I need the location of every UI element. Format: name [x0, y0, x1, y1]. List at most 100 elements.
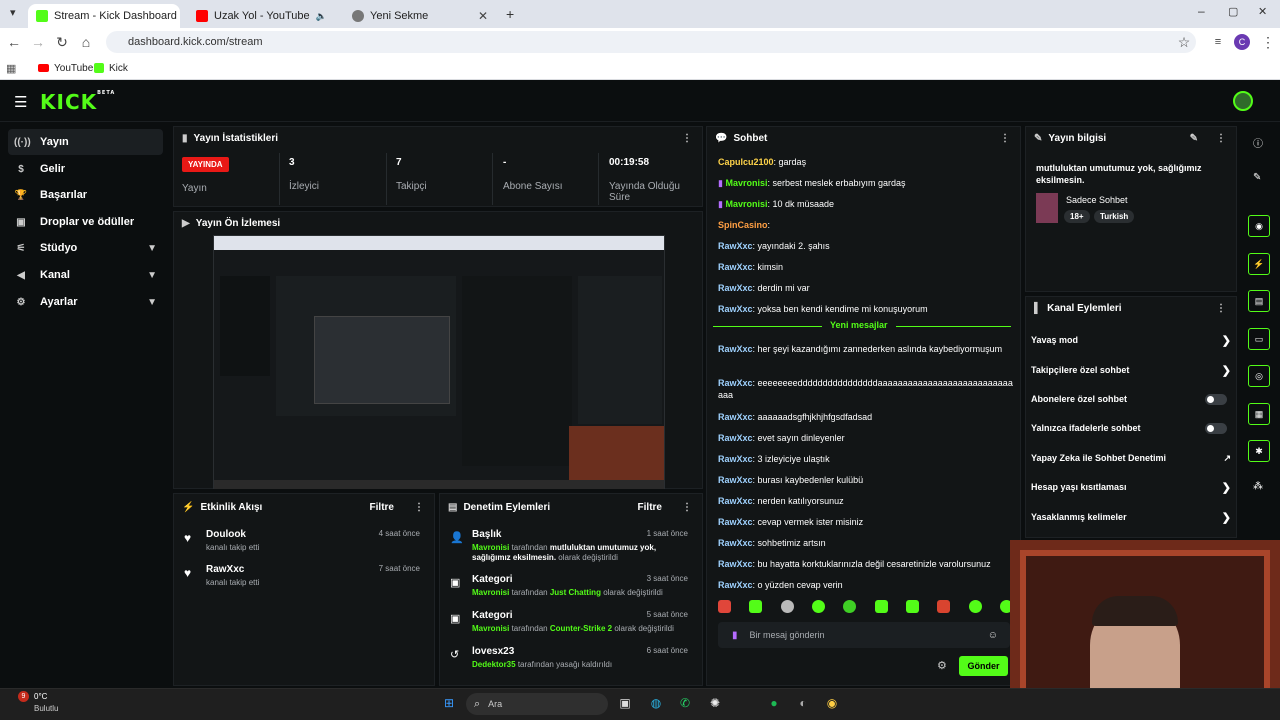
tab-youtube[interactable]: Uzak Yol - YouTube 🔈 ✕	[188, 4, 340, 28]
sidebar-item-droplar[interactable]: ▣ Droplar ve ödüller	[8, 209, 163, 235]
chat-username[interactable]: Mavronisi	[725, 199, 767, 209]
minimize-icon[interactable]: –	[1198, 4, 1205, 18]
edit-icon[interactable]: ✎	[1190, 133, 1198, 144]
address-bar[interactable]: dashboard.kick.com/stream	[106, 31, 1196, 53]
moderation-user[interactable]: Mavronisi	[472, 588, 509, 597]
more-icon[interactable]: ⋮	[1256, 28, 1280, 56]
nodes-icon[interactable]: ⁂	[1253, 481, 1263, 492]
hamburger-menu-icon[interactable]: ☰	[14, 93, 27, 111]
media-icon[interactable]: ≡	[1206, 28, 1230, 56]
action-banned-words[interactable]: Yasaklanmış kelimeler ❯	[1031, 506, 1231, 528]
chat-username[interactable]: SpinCasino	[718, 220, 768, 230]
chat-username[interactable]: RawXxc	[718, 559, 753, 569]
rail-button[interactable]: ✱	[1248, 440, 1270, 462]
action-slow-mode[interactable]: Yavaş mod ❯	[1031, 329, 1231, 351]
moderation-user[interactable]: Mavronisi	[472, 624, 509, 633]
chat-username[interactable]: RawXxc	[718, 283, 753, 293]
chat-username[interactable]: RawXxc	[718, 412, 753, 422]
chrome-icon[interactable]: ◉	[821, 692, 843, 714]
chat-username[interactable]: RawXxc	[718, 496, 753, 506]
rail-button[interactable]: ▤	[1248, 290, 1270, 312]
chat-username[interactable]: RawXxc	[718, 344, 753, 354]
action-followers-only[interactable]: Takipçilere özel sohbet ❯	[1031, 359, 1231, 381]
rail-button[interactable]: ▭	[1248, 328, 1270, 350]
tab-list-icon[interactable]: ▾	[10, 6, 16, 19]
weather-desc[interactable]: Bulutlu	[34, 704, 58, 713]
bookmark-youtube[interactable]: YouTube	[38, 56, 93, 80]
moderation-user[interactable]: Dedektor35	[472, 660, 516, 669]
rail-button[interactable]: ◉	[1248, 215, 1270, 237]
chat-username[interactable]: RawXxc	[718, 262, 753, 272]
reload-icon[interactable]: ↻	[50, 28, 74, 56]
chat-username[interactable]: RawXxc	[718, 241, 753, 251]
kebab-menu-icon[interactable]: ⋮	[414, 502, 424, 513]
bookmark-kick[interactable]: Kick	[94, 56, 128, 80]
tab-kick-dashboard[interactable]: Stream - Kick Dashboard ✕	[28, 4, 180, 28]
sidebar-item-kanal[interactable]: ◀ Kanal ▼	[8, 262, 163, 288]
new-tab-button[interactable]: +	[506, 6, 514, 22]
chat-settings-icon[interactable]: ⚙	[937, 659, 947, 672]
send-button[interactable]: Gönder	[959, 656, 1008, 676]
chat-username[interactable]: RawXxc	[718, 304, 753, 314]
kick-logo[interactable]: KICKBETA	[40, 90, 115, 114]
close-icon[interactable]: ✕	[478, 9, 488, 23]
pencil-icon[interactable]: ✎	[1253, 172, 1261, 183]
emote-icon[interactable]	[843, 600, 857, 613]
emotes-only-toggle[interactable]	[1205, 423, 1227, 434]
sidebar-item-basarilar[interactable]: 🏆 Başarılar	[8, 182, 163, 208]
emote-icon[interactable]	[874, 600, 888, 613]
tag-badge[interactable]: Turkish	[1094, 210, 1135, 223]
user-avatar[interactable]	[1233, 91, 1253, 111]
sidebar-item-ayarlar[interactable]: ⚙ Ayarlar ▼	[8, 289, 163, 315]
star-icon[interactable]: ☆	[1172, 28, 1196, 56]
apps-icon[interactable]: ▦	[6, 56, 16, 80]
rail-button[interactable]: ▦	[1248, 403, 1270, 425]
action-account-age[interactable]: Hesap yaşı kısıtlaması ❯	[1031, 476, 1231, 498]
chat-username[interactable]: Capulcu2100	[718, 157, 774, 167]
info-icon[interactable]: ⓘ	[1253, 135, 1263, 150]
windows-start-icon[interactable]: ⊞	[438, 692, 460, 714]
action-ai-moderation[interactable]: Yapay Zeka ile Sohbet Denetimi ↗	[1031, 447, 1231, 469]
sidebar-item-gelir[interactable]: $ Gelir	[8, 156, 163, 182]
stream-preview-video[interactable]	[213, 235, 665, 489]
chat-username[interactable]: RawXxc	[718, 538, 753, 548]
filter-button[interactable]: Filtre	[638, 502, 662, 513]
close-icon[interactable]: ✕	[339, 9, 340, 23]
chat-username[interactable]: RawXxc	[718, 580, 753, 590]
whatsapp-icon[interactable]: ✆	[674, 692, 696, 714]
profile-avatar[interactable]: C	[1234, 34, 1250, 50]
emote-icon[interactable]	[811, 600, 825, 613]
emote-icon[interactable]	[780, 600, 794, 613]
kebab-menu-icon[interactable]: ⋮	[682, 502, 692, 513]
tab-new[interactable]: Yeni Sekme ✕	[344, 4, 496, 28]
sidebar-item-studyo[interactable]: ⚟ Stüdyo ▼	[8, 235, 163, 261]
rail-button[interactable]: ⚡	[1248, 253, 1270, 275]
moderation-user[interactable]: Mavronisi	[472, 543, 509, 552]
kebab-menu-icon[interactable]: ⋮	[1000, 133, 1010, 144]
home-icon[interactable]: ⌂	[74, 28, 98, 56]
weather-temp[interactable]: 0°C	[34, 692, 47, 701]
category-name[interactable]: Sadece Sohbet	[1066, 195, 1128, 205]
emote-icon[interactable]	[749, 600, 763, 613]
chat-username[interactable]: RawXxc	[718, 517, 753, 527]
spotify-icon[interactable]: ●	[763, 692, 785, 714]
emoji-icon[interactable]: ☺	[988, 630, 998, 641]
chat-username[interactable]: RawXxc	[718, 454, 753, 464]
subscribers-only-toggle[interactable]	[1205, 394, 1227, 405]
kebab-menu-icon[interactable]: ⋮	[1216, 133, 1226, 144]
chat-username[interactable]: Mavronisi	[725, 178, 767, 188]
chat-username[interactable]: RawXxc	[718, 378, 753, 388]
kebab-menu-icon[interactable]: ⋮	[1216, 303, 1226, 314]
obs-icon[interactable]: ◐	[792, 692, 814, 714]
chat-username[interactable]: RawXxc	[718, 475, 753, 485]
tag-badge[interactable]: 18+	[1064, 210, 1090, 223]
edge-icon[interactable]: ◍	[645, 692, 667, 714]
window-close-icon[interactable]: ✕	[1258, 5, 1267, 18]
sidebar-item-yayin[interactable]: ((·)) Yayın	[8, 129, 163, 155]
back-icon[interactable]: ←	[2, 28, 26, 56]
forward-icon[interactable]: →	[26, 28, 50, 56]
chat-input[interactable]: ▮ Bir mesaj gönderin ☺	[718, 622, 1010, 648]
task-view-icon[interactable]: ▣	[614, 692, 636, 714]
kebab-menu-icon[interactable]: ⋮	[682, 133, 692, 144]
taskbar-search[interactable]: ⌕ Ara	[466, 693, 608, 715]
